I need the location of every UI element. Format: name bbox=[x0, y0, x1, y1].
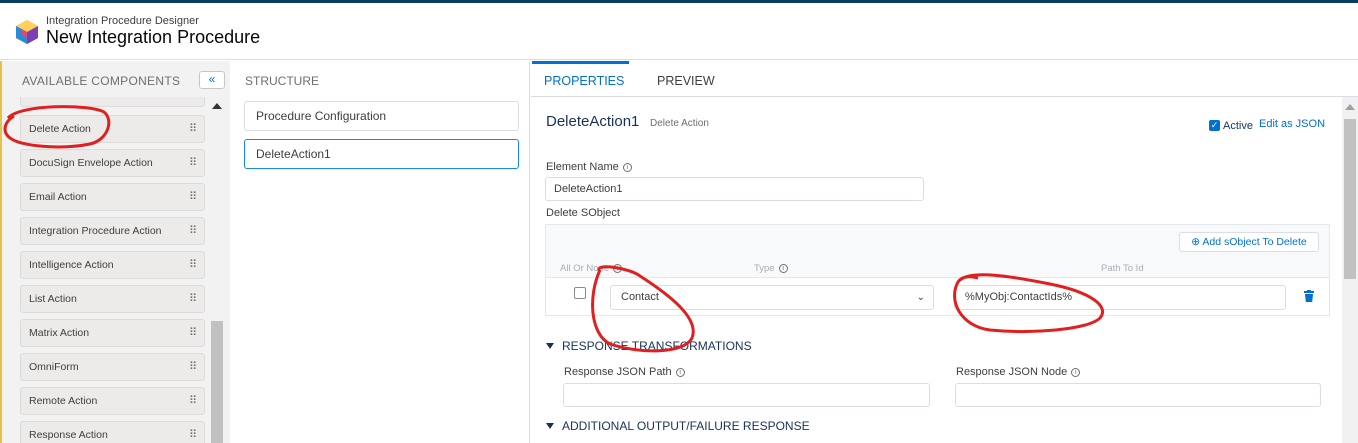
components-list: ⠿ Delete Action⠿ DocuSign Envelope Actio… bbox=[10, 97, 210, 443]
delete-sobject-table: ⊕ Add sObject To Delete All Or None i Typ… bbox=[545, 224, 1330, 316]
component-item[interactable]: Remote Action ⠿ bbox=[20, 387, 205, 415]
components-scrollbar[interactable] bbox=[210, 99, 224, 443]
drag-handle-icon[interactable]: ⠿ bbox=[189, 184, 197, 210]
info-icon[interactable]: i bbox=[778, 264, 788, 273]
properties-scroll-thumb[interactable] bbox=[1344, 119, 1356, 279]
procedure-title[interactable]: New Integration Procedure bbox=[46, 27, 260, 48]
properties-scrollbar[interactable] bbox=[1342, 97, 1358, 443]
caret-down-icon bbox=[546, 423, 554, 429]
collapse-panel-button[interactable]: « bbox=[199, 71, 225, 89]
component-item[interactable]: OmniForm ⠿ bbox=[20, 353, 205, 381]
info-icon[interactable]: i bbox=[613, 264, 623, 273]
tab-properties[interactable]: PROPERTIES bbox=[544, 74, 624, 88]
info-icon[interactable]: i bbox=[1071, 368, 1081, 377]
tab-preview[interactable]: PREVIEW bbox=[657, 74, 715, 88]
omnistudio-cube-icon bbox=[16, 20, 38, 44]
additional-output-section[interactable]: ADDITIONAL OUTPUT/FAILURE RESPONSE bbox=[546, 419, 810, 433]
properties-panel: DeleteAction1 Delete Action ✓ Active Edi… bbox=[531, 97, 1342, 443]
chevron-down-icon: ⌄ bbox=[916, 292, 925, 303]
structure-node-procedure-configuration[interactable]: Procedure Configuration bbox=[244, 101, 519, 131]
header-top-stripe bbox=[0, 0, 1358, 3]
active-tab-indicator bbox=[532, 61, 629, 64]
drag-handle-icon[interactable]: ⠿ bbox=[189, 97, 197, 106]
type-select[interactable]: Contact ⌄ bbox=[610, 285, 934, 310]
drag-handle-icon[interactable]: ⠿ bbox=[189, 388, 197, 414]
component-item[interactable]: Integration Procedure Action ⠿ bbox=[20, 217, 205, 245]
response-json-path-input[interactable] bbox=[563, 383, 930, 407]
element-name-input[interactable]: DeleteAction1 bbox=[545, 177, 924, 201]
table-row: Contact ⌄ %MyObj:ContactIds% bbox=[546, 277, 1329, 315]
component-item[interactable]: Email Action ⠿ bbox=[20, 183, 205, 211]
structure-panel: STRUCTURE Procedure Configuration Delete… bbox=[232, 61, 530, 443]
scroll-up-arrow-icon[interactable] bbox=[212, 103, 222, 109]
response-transformations-section[interactable]: RESPONSE TRANSFORMATIONS bbox=[546, 339, 752, 353]
component-item[interactable]: List Action ⠿ bbox=[20, 285, 205, 313]
info-icon[interactable]: i bbox=[675, 368, 685, 377]
element-title: DeleteAction1 bbox=[546, 113, 640, 130]
drag-handle-icon[interactable]: ⠿ bbox=[189, 218, 197, 244]
structure-panel-title: STRUCTURE bbox=[245, 74, 319, 88]
column-path-to-id: Path To Id bbox=[1101, 263, 1144, 274]
drag-handle-icon[interactable]: ⠿ bbox=[189, 422, 197, 443]
component-item[interactable]: Delete Action ⠿ bbox=[20, 115, 205, 143]
column-all-or-none: All Or None i bbox=[560, 263, 623, 274]
caret-down-icon bbox=[546, 343, 554, 349]
active-checkbox[interactable]: ✓ bbox=[1209, 120, 1220, 131]
active-label: Active bbox=[1223, 120, 1253, 132]
scroll-up-arrow-icon[interactable] bbox=[1345, 104, 1355, 110]
info-icon[interactable]: i bbox=[622, 163, 632, 172]
all-or-none-checkbox[interactable] bbox=[574, 287, 586, 299]
app-name: Integration Procedure Designer bbox=[46, 15, 199, 27]
edit-as-json-link[interactable]: Edit as JSON bbox=[1259, 118, 1325, 130]
delete-sobject-label: Delete SObject bbox=[546, 207, 620, 219]
drag-handle-icon[interactable]: ⠿ bbox=[189, 116, 197, 142]
app-header: Integration Procedure Designer New Integ… bbox=[0, 0, 1358, 60]
drag-handle-icon[interactable]: ⠿ bbox=[189, 354, 197, 380]
response-json-node-input[interactable] bbox=[955, 383, 1321, 407]
components-scroll-thumb[interactable] bbox=[211, 321, 223, 443]
component-item[interactable]: Matrix Action ⠿ bbox=[20, 319, 205, 347]
component-item-partial[interactable]: ⠿ bbox=[20, 97, 205, 107]
drag-handle-icon[interactable]: ⠿ bbox=[189, 150, 197, 176]
trash-icon[interactable] bbox=[1304, 290, 1314, 302]
response-json-path-label: Response JSON Path i bbox=[564, 366, 685, 378]
response-json-node-label: Response JSON Node i bbox=[956, 366, 1081, 378]
structure-node-deleteaction1[interactable]: DeleteAction1 bbox=[244, 139, 519, 169]
component-item[interactable]: DocuSign Envelope Action ⠿ bbox=[20, 149, 205, 177]
component-item[interactable]: Intelligence Action ⠿ bbox=[20, 251, 205, 279]
drag-handle-icon[interactable]: ⠿ bbox=[189, 286, 197, 312]
drag-handle-icon[interactable]: ⠿ bbox=[189, 252, 197, 278]
element-name-label: Element Name i bbox=[546, 161, 632, 173]
components-panel-title: AVAILABLE COMPONENTS bbox=[22, 74, 181, 88]
properties-tabs: PROPERTIES PREVIEW bbox=[531, 61, 1358, 97]
available-components-panel: AVAILABLE COMPONENTS « ⠿ Delete Action⠿ … bbox=[0, 61, 230, 443]
drag-handle-icon[interactable]: ⠿ bbox=[189, 320, 197, 346]
component-item[interactable]: Response Action ⠿ bbox=[20, 421, 205, 443]
add-sobject-to-delete-button[interactable]: ⊕ Add sObject To Delete bbox=[1179, 232, 1319, 252]
path-to-id-input[interactable]: %MyObj:ContactIds% bbox=[954, 285, 1286, 310]
element-type: Delete Action bbox=[650, 118, 709, 129]
column-type: Type i bbox=[754, 263, 788, 274]
